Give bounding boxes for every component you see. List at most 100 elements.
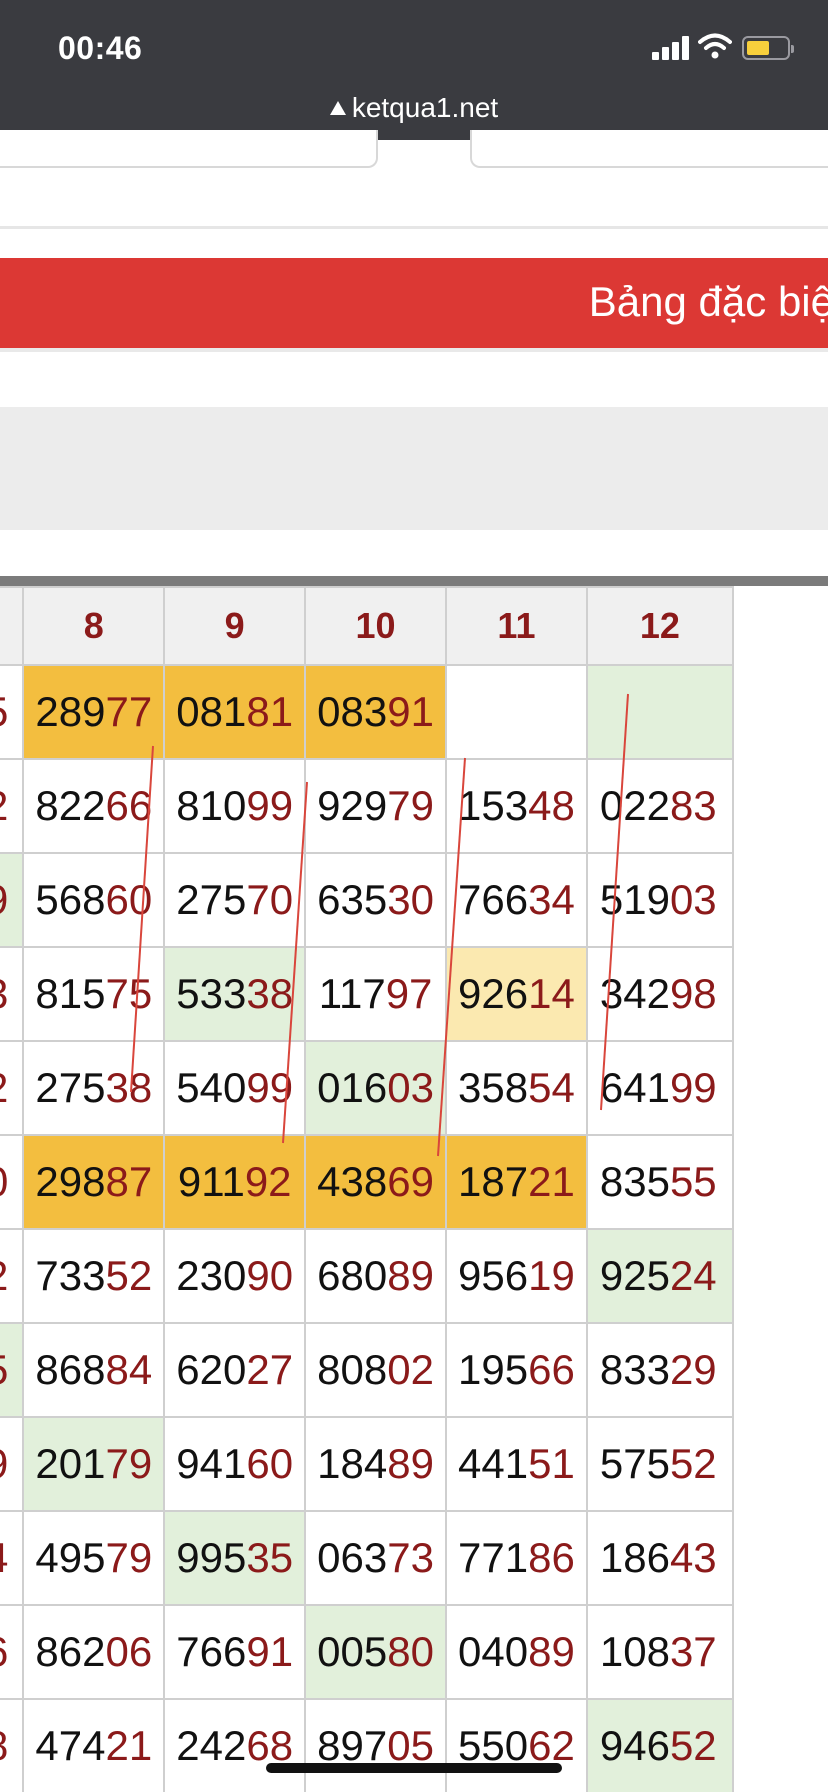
number-head: 342 — [599, 970, 670, 1017]
result-cell: 82266 — [22, 758, 166, 854]
banner-title: Bảng đặc biệ — [588, 278, 828, 325]
status-time: 00:46 — [58, 30, 143, 66]
number-head: 495 — [35, 1534, 106, 1581]
result-cell: 22 — [0, 758, 25, 854]
section-banner: Bảng đặc biệ — [0, 258, 828, 348]
result-cell: 08391 — [304, 664, 447, 760]
number-tail: 24 — [669, 1252, 717, 1299]
number-head: 911 — [177, 1158, 245, 1205]
table-row: 25289770818108391 — [0, 664, 735, 760]
number-head: 083 — [317, 688, 388, 735]
column-header: 10 — [304, 586, 447, 666]
number-tail: 87 — [105, 1158, 153, 1205]
result-cell: 34 — [0, 1510, 25, 1606]
result-cell: 68089 — [304, 1228, 447, 1324]
number-head: 635 — [317, 876, 388, 923]
result-cell: 18721 — [445, 1134, 588, 1230]
number-head: 016 — [317, 1064, 388, 1111]
number-head: 946 — [599, 1722, 670, 1769]
number-tail: 52 — [105, 1252, 153, 1299]
wifi-icon — [698, 33, 732, 59]
number-head: 641 — [599, 1064, 670, 1111]
result-cell: 95 — [0, 1322, 25, 1418]
result-cell: 64199 — [585, 1040, 735, 1136]
home-indicator[interactable] — [266, 1763, 562, 1773]
result-cell: 23090 — [163, 1228, 307, 1324]
number-tail: 37 — [669, 1628, 717, 1675]
result-cell: 80802 — [304, 1322, 447, 1418]
result-cell: 83329 — [585, 1322, 735, 1418]
number-head: 568 — [35, 876, 106, 923]
address-bar[interactable]: ketqua1.net — [0, 92, 828, 124]
select-box-left[interactable] — [0, 130, 378, 168]
number-tail: 39 — [0, 1440, 8, 1487]
number-head: 289 — [35, 688, 106, 735]
number-tail: 90 — [246, 1252, 294, 1299]
result-cell: 02283 — [585, 758, 735, 854]
filter-panel — [0, 407, 828, 530]
number-tail: 14 — [528, 970, 575, 1017]
number-tail: 03 — [387, 1064, 434, 1111]
number-head: 766 — [176, 1628, 247, 1675]
result-cell: 62027 — [163, 1322, 307, 1418]
number-tail: 70 — [0, 1158, 8, 1205]
result-cell: 29887 — [22, 1134, 166, 1230]
number-tail: 70 — [246, 876, 294, 923]
number-head: 815 — [35, 970, 106, 1017]
result-cell: 92979 — [304, 758, 447, 854]
column-header: 9 — [163, 586, 307, 666]
result-cell: 53338 — [163, 946, 307, 1042]
result-cell: 39 — [0, 1416, 25, 1512]
result-cell: 00580 — [304, 1604, 447, 1700]
number-head: 108 — [599, 1628, 670, 1675]
number-tail: 89 — [528, 1628, 575, 1675]
number-tail: 52 — [669, 1440, 717, 1487]
number-head: 925 — [599, 1252, 670, 1299]
number-tail: 27 — [246, 1346, 294, 1393]
result-cell: 77186 — [445, 1510, 588, 1606]
number-tail: 82 — [0, 1064, 8, 1111]
number-head: 275 — [176, 876, 247, 923]
result-cell: 63530 — [304, 852, 447, 948]
number-tail: 80 — [387, 1628, 434, 1675]
number-tail: 89 — [387, 1440, 434, 1487]
table-row: 068620676691005800408910837 — [0, 1604, 735, 1700]
result-cell: 47421 — [22, 1698, 166, 1792]
select-box-right[interactable] — [470, 130, 828, 168]
number-tail: 86 — [528, 1534, 575, 1581]
result-cell: 04089 — [445, 1604, 588, 1700]
number-head: 897 — [317, 1722, 388, 1769]
number-head: 868 — [35, 1346, 106, 1393]
number-tail: 02 — [387, 1346, 434, 1393]
table-row: 392017994160184894415157552 — [0, 1416, 735, 1512]
number-tail: 54 — [528, 1064, 575, 1111]
number-tail: 48 — [528, 782, 575, 829]
number-tail: 83 — [669, 782, 717, 829]
number-tail: 21 — [528, 1158, 575, 1205]
table-row: 822753854099016033585464199 — [0, 1040, 735, 1136]
result-cell: 19566 — [445, 1322, 588, 1418]
table-row: 527335223090680899561992524 — [0, 1228, 735, 1324]
number-head: 956 — [458, 1252, 529, 1299]
result-cell — [445, 664, 588, 760]
result-cell: 01603 — [304, 1040, 447, 1136]
number-tail: 34 — [528, 876, 575, 923]
number-tail: 60 — [105, 876, 153, 923]
number-tail: 38 — [246, 970, 294, 1017]
result-cell: 08181 — [163, 664, 307, 760]
number-head: 438 — [317, 1158, 388, 1205]
divider — [0, 226, 828, 229]
result-cell: 49579 — [22, 1510, 166, 1606]
table-row: 384742124268897055506294652 — [0, 1698, 735, 1792]
result-cell: 70 — [0, 1134, 25, 1230]
number-tail: 52 — [0, 1252, 8, 1299]
special-results-table: 89101112 2528977081810839122822668109992… — [0, 576, 828, 1792]
number-head: 575 — [599, 1440, 670, 1487]
number-head: 835 — [599, 1158, 670, 1205]
results-grid: 89101112 2528977081810839122822668109992… — [0, 586, 735, 1792]
number-tail: 68 — [246, 1722, 294, 1769]
result-cell: 51903 — [585, 852, 735, 948]
number-head: 230 — [176, 1252, 247, 1299]
number-tail: 29 — [669, 1346, 717, 1393]
number-tail: 95 — [0, 1346, 8, 1393]
